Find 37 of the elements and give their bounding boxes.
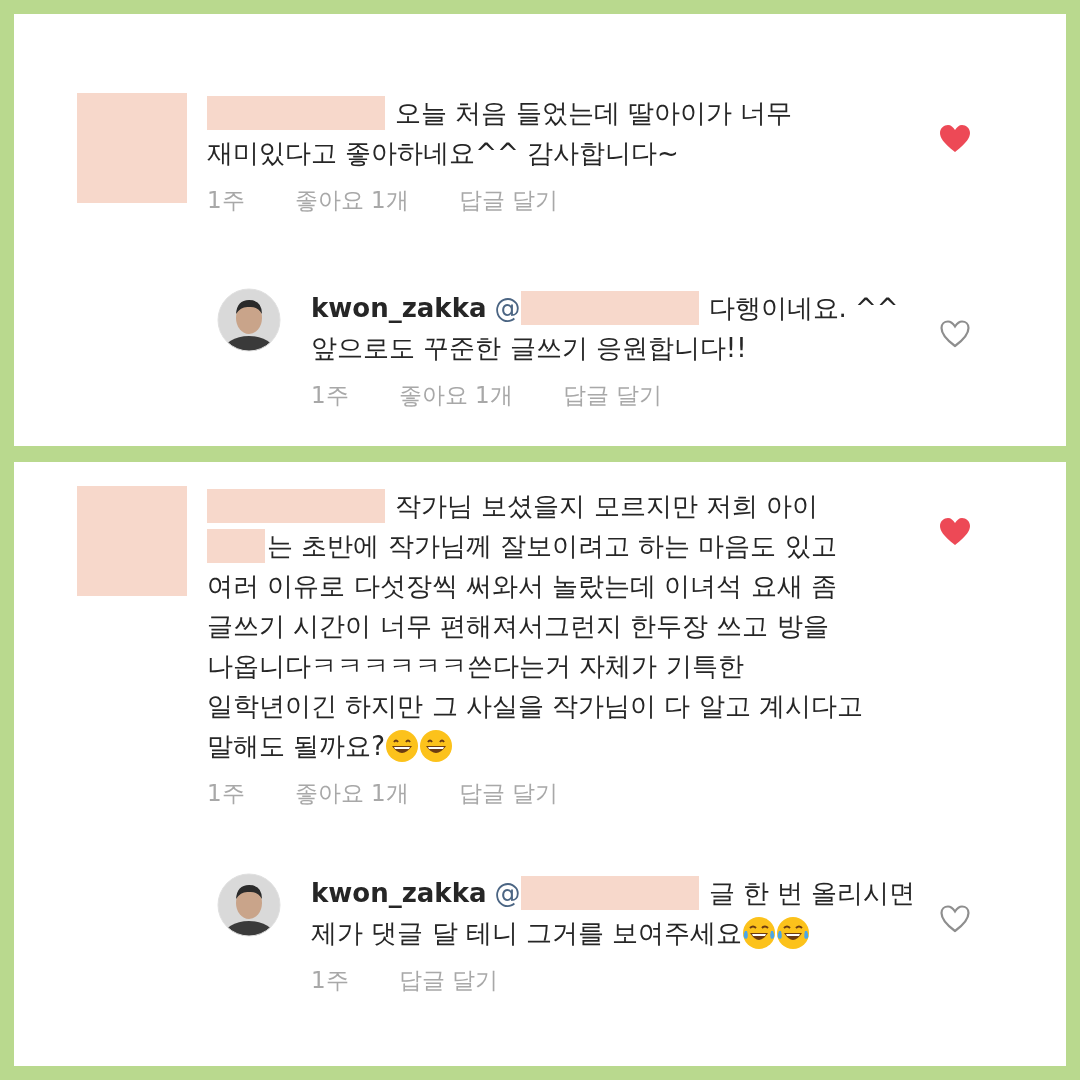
comment-text: 앞으로도 꾸준한 글쓰기 응원합니다!! xyxy=(311,331,747,365)
timestamp: 1주 xyxy=(311,965,349,995)
tears-of-joy-emoji-icon xyxy=(776,915,811,950)
comment-text: 글쓰기 시간이 너무 편해져서그런지 한두장 쓰고 방을 xyxy=(207,610,829,643)
timestamp: 1주 xyxy=(207,186,245,215)
mention[interactable]: @ xyxy=(494,872,521,913)
like-count[interactable]: 좋아요 1개 xyxy=(294,776,409,811)
grin-emoji-icon xyxy=(419,729,454,763)
timestamp: 1주 xyxy=(207,779,245,808)
reply-link[interactable]: 답글 달기 xyxy=(398,962,498,997)
mention[interactable]: @ xyxy=(494,287,521,328)
liked-heart-icon[interactable] xyxy=(940,518,970,546)
reply-link[interactable]: 답글 달기 xyxy=(458,183,558,218)
like-count[interactable]: 좋아요 1개 xyxy=(294,183,409,218)
comment-text: 재미있다고 좋아하네요^^ 감사합니다~ xyxy=(207,137,679,170)
comment-text: 는 초반에 작가님께 잘보이려고 하는 마음도 있고 xyxy=(267,530,837,563)
timestamp: 1주 xyxy=(311,380,349,410)
liked-heart-icon[interactable] xyxy=(940,125,970,153)
grin-emoji-icon xyxy=(385,729,420,763)
heart-icon[interactable] xyxy=(940,319,970,348)
tears-of-joy-emoji-icon xyxy=(742,915,777,950)
username[interactable]: kwon_zakka xyxy=(311,872,487,913)
comment-text: 나옵니다ㅋㅋㅋㅋㅋㅋ쓴다는거 자체가 기특한 xyxy=(207,650,744,683)
reply-link[interactable]: 답글 달기 xyxy=(458,776,558,811)
comment-text: 글 한 번 올리시면 xyxy=(708,876,916,910)
comment-text: 일학년이긴 하지만 그 사실을 작가님이 다 알고 계시다고 xyxy=(207,690,863,723)
comment-text: 다행이네요. ^^ xyxy=(708,291,899,325)
reply-link[interactable]: 답글 달기 xyxy=(562,377,662,412)
comment-text: 제가 댓글 달 테니 그거를 보여주세요 xyxy=(311,916,743,950)
like-count[interactable]: 좋아요 1개 xyxy=(398,377,513,412)
redaction xyxy=(207,529,265,563)
username[interactable]: kwon_zakka xyxy=(311,287,487,328)
comment-text: 말해도 될까요? xyxy=(207,730,386,763)
comment-text: 오늘 처음 들었는데 딸아이가 너무 xyxy=(395,97,793,130)
comment-text: 여러 이유로 다섯장씩 써와서 놀랐는데 이녀석 요새 좀 xyxy=(207,570,837,603)
heart-icon[interactable] xyxy=(940,904,970,933)
comment-text: 작가님 보셨을지 모르지만 저희 아이 xyxy=(395,490,819,523)
